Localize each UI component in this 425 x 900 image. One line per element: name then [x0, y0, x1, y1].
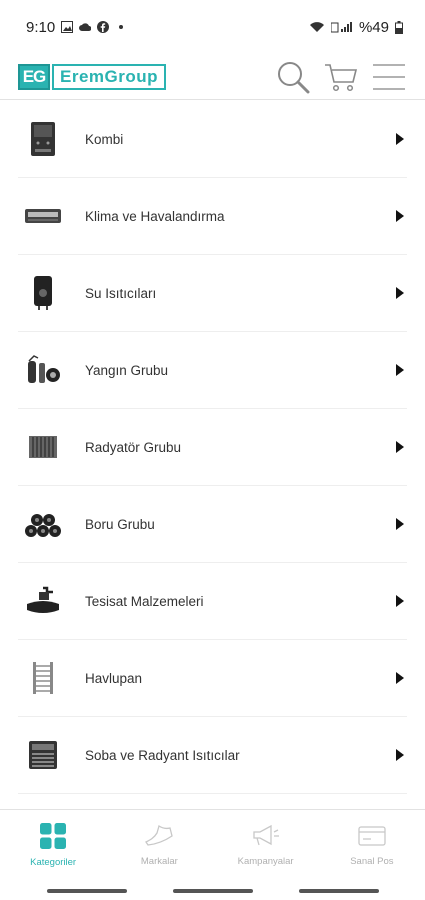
nav-markalar[interactable]: Markalar	[106, 810, 212, 881]
nav-kampanyalar[interactable]: Kampanyalar	[213, 810, 319, 881]
category-label: Boru Grubu	[85, 516, 155, 532]
header-actions	[275, 59, 407, 95]
chevron-right-icon	[393, 517, 407, 531]
nav-label: Markalar	[140, 856, 178, 867]
chevron-right-icon	[393, 748, 407, 762]
category-item-boru[interactable]: Boru Grubu	[18, 486, 407, 563]
faucet-icon	[18, 576, 68, 626]
category-item-soba[interactable]: Soba ve Radyant Isıtıcılar	[18, 717, 407, 794]
chevron-right-icon	[393, 286, 407, 300]
gesture-handle[interactable]	[298, 888, 379, 893]
status-bar: 9:10 %49	[0, 0, 425, 54]
image-notification-icon	[61, 21, 74, 33]
search-icon	[278, 61, 310, 93]
system-gesture-bar	[0, 881, 425, 900]
category-label: Su Isıtıcıları	[85, 285, 157, 301]
chevron-right-icon	[393, 209, 407, 223]
bottom-nav: Kategoriler Markalar Kampanyalar Sanal P…	[0, 809, 425, 881]
megaphone-icon	[252, 824, 279, 846]
more-notifications-dot	[119, 25, 124, 29]
logo-text: EremGroup	[52, 63, 167, 90]
category-item-tesisat[interactable]: Tesisat Malzemeleri	[18, 563, 407, 640]
category-list: Kombi Klima ve Havalandırma Su Isıtıcıla…	[0, 101, 425, 808]
logo-mark: EG	[18, 63, 50, 90]
signal-icon	[330, 22, 352, 33]
category-label: Yangın Grubu	[85, 362, 169, 378]
category-label: Radyatör Grubu	[85, 439, 182, 455]
category-item-havlupan[interactable]: Havlupan	[18, 640, 407, 717]
grid-icon	[40, 823, 67, 849]
facebook-notification-icon	[97, 21, 110, 33]
search-button[interactable]	[275, 59, 311, 95]
shoe-icon	[145, 824, 174, 846]
category-item-kombi[interactable]: Kombi	[18, 101, 407, 178]
category-label: Soba ve Radyant Isıtıcılar	[85, 747, 240, 763]
category-label: Klima ve Havalandırma	[85, 208, 225, 224]
chevron-right-icon	[393, 132, 407, 146]
category-label: Tesisat Malzemeleri	[85, 593, 204, 609]
nav-kategoriler[interactable]: Kategoriler	[0, 810, 106, 881]
category-item-klima[interactable]: Klima ve Havalandırma	[18, 178, 407, 255]
cart-button[interactable]	[323, 59, 359, 95]
nav-label: Sanal Pos	[350, 856, 394, 867]
air-conditioner-icon	[18, 191, 68, 241]
credit-card-icon	[358, 826, 386, 846]
chevron-right-icon	[393, 363, 407, 377]
gesture-handle[interactable]	[46, 888, 127, 893]
gesture-handle[interactable]	[172, 888, 253, 893]
category-item-yangin[interactable]: Yangın Grubu	[18, 332, 407, 409]
radiator-icon	[18, 422, 68, 472]
cloud-notification-icon	[79, 23, 92, 31]
cart-icon	[325, 63, 358, 91]
category-label: Kombi	[85, 131, 124, 147]
category-item-su-isiticilari[interactable]: Su Isıtıcıları	[18, 255, 407, 332]
status-left: 9:10	[26, 18, 124, 36]
status-right: %49	[309, 19, 403, 36]
logo[interactable]: EG EremGroup	[18, 63, 167, 90]
category-item-radyator[interactable]: Radyatör Grubu	[18, 409, 407, 486]
status-time: 9:10	[26, 18, 56, 36]
battery-icon	[395, 20, 403, 34]
fire-extinguisher-icon	[18, 345, 68, 395]
battery-percent: %49	[358, 18, 389, 36]
menu-button[interactable]	[371, 59, 407, 95]
towel-radiator-icon	[18, 653, 68, 703]
chevron-right-icon	[393, 594, 407, 608]
app-header: EG EremGroup	[0, 54, 425, 100]
nav-sanal-pos[interactable]: Sanal Pos	[319, 810, 425, 881]
hamburger-menu-icon	[373, 63, 405, 90]
category-label: Havlupan	[85, 670, 143, 686]
pipes-icon	[18, 499, 68, 549]
chevron-right-icon	[393, 440, 407, 454]
water-heater-icon	[18, 268, 68, 318]
nav-label: Kategoriler	[30, 857, 77, 868]
chevron-right-icon	[393, 671, 407, 685]
combi-boiler-icon	[18, 114, 68, 164]
wifi-icon	[309, 22, 324, 32]
nav-label: Kampanyalar	[237, 856, 294, 867]
heater-icon	[18, 730, 68, 780]
